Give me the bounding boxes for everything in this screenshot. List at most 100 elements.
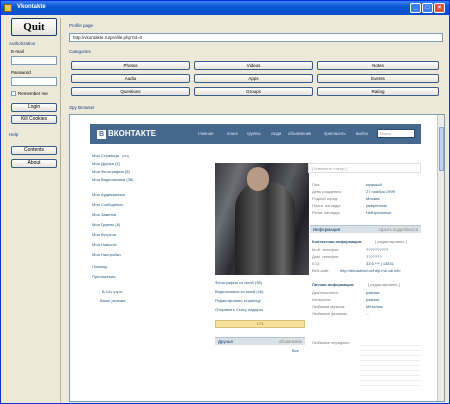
spy-browser-label: Spy Browser [69,105,95,110]
vk-extra-link[interactable]: В 12ч утра [102,289,122,294]
person-face [247,167,269,191]
contact-header: Контактная информация: [312,239,363,244]
info-value[interactable]: умеренные [366,203,387,208]
vk-nav-search[interactable]: поиск [227,131,238,136]
info-label: Пол: [312,182,321,187]
scrollbar-thumb[interactable] [439,127,444,171]
category-notes-button[interactable]: Notes [317,61,439,70]
category-questions-button[interactable]: Questions [71,87,190,96]
login-button[interactable]: Login [11,103,57,112]
info-label: Религ. взгляды: [312,210,341,215]
status-field[interactable]: [ Изменить статус ] [308,163,421,173]
category-photos-button[interactable]: Photos [71,61,190,70]
category-audio-button[interactable]: Audio [71,74,190,83]
app-icon [4,4,12,12]
vk-header: В ВКОНТАКТЕ главная поиск группы люди объ… [90,124,421,144]
vk-nav-logout[interactable]: выйти [356,131,368,136]
friends-all-link[interactable]: Все [292,348,299,353]
app-window: Vkontakte _ □ × Quit Authorization E-mai… [0,0,450,404]
profile-url-input[interactable]: http://vkontakte.ru/profile.php?id=0 [69,33,443,42]
category-apps-button[interactable]: Apps [194,74,313,83]
vk-menu-item[interactable]: Помощь [92,264,107,269]
personal-edit-link[interactable]: [ редактировать ] [368,282,400,287]
minimize-icon[interactable]: _ [410,3,421,13]
close-icon[interactable]: × [434,3,445,13]
info-value: 33 6 *** | 13831 [366,261,394,266]
vk-logo-mark: В [97,130,106,139]
info-value[interactable]: ... [366,311,369,316]
about-button[interactable]: About [11,159,57,168]
vk-menu-item[interactable]: Приложения [92,274,115,279]
vk-nav-home[interactable]: главная [198,131,213,136]
info-value[interactable]: http://dimadroid.ru/http://vk.ab.info [340,268,400,273]
photo-link[interactable]: Отправить Стасу подарок [215,307,263,312]
spy-browser[interactable]: В ВКОНТАКТЕ главная поиск группы люди объ… [69,114,445,402]
info-label: Любимые фильмы: [312,311,348,316]
vk-extra-link[interactable]: Ваше резюме [100,298,126,303]
vk-nav-people[interactable]: люди [271,131,281,136]
profile-photo[interactable] [215,163,309,275]
info-label: Любимая музыка: [312,304,346,309]
vk-menu-item[interactable]: Мои Настройки [92,252,121,257]
info-value: мужской [366,182,382,187]
vk-search-input[interactable]: Поиск [377,129,415,138]
contents-button[interactable]: Contents [11,146,57,155]
kill-cookies-button[interactable]: Kill Cookies [11,115,57,124]
vk-menu-item[interactable]: Мои Встречи [92,232,116,237]
vk-menu-item[interactable]: Моя Страница ред. [92,153,130,158]
category-events-button[interactable]: Events [317,74,439,83]
info-value: ?????????? [366,247,389,252]
friends-header-title: Друзья [218,339,233,344]
maximize-icon[interactable]: □ [422,3,433,13]
vk-menu-item[interactable]: Мои Друзья (4) [92,161,120,166]
info-value[interactable]: разные [366,297,380,302]
remember-checkbox[interactable] [11,91,16,96]
password-field[interactable] [11,77,57,86]
quit-button[interactable]: Quit [11,18,57,36]
info-label: ICQ: [312,261,321,266]
photo-link[interactable]: Редактировать страницу [215,298,261,303]
vk-nav-groups[interactable]: группы [247,131,260,136]
vk-menu-item[interactable]: Мои Аудиозаписи [92,192,125,197]
categories-label: Categories [69,49,91,54]
help-heading: Help [9,132,19,137]
info-label: Деятельность: [312,290,339,295]
info-header-title: Информация [313,227,341,232]
info-value[interactable]: Нейтральные [366,210,391,215]
category-rating-button[interactable]: Rating [317,87,439,96]
info-label: Веб-сайт: [312,268,330,273]
vk-menu-item[interactable]: Мои Группы (6) [92,222,120,227]
browser-scrollbar[interactable] [437,115,444,401]
favorites-text-block [360,345,420,390]
photo-link[interactable]: Видеозаписи со мной (18) [215,289,263,294]
window-title: Vkontakte [17,4,46,10]
person-silhouette [235,181,295,275]
category-groups-button[interactable]: Groups [194,87,313,96]
photo-link[interactable]: Фотографии со мной (38) [215,280,262,285]
category-videos-button[interactable]: Videos [194,61,313,70]
contact-edit-link[interactable]: [ редактировать ] [375,239,407,244]
title-bar: Vkontakte _ □ × [1,1,449,15]
vk-menu-item[interactable]: Мои Видеозаписи (38) [92,177,134,182]
info-label: Моб. телефон: [312,247,340,252]
email-field[interactable] [11,56,57,65]
vk-menu-item[interactable]: Мои Новости [92,242,116,247]
vk-menu-item[interactable]: Мои Заметки [92,212,116,217]
password-label: Password [11,70,31,75]
info-toggle-link[interactable]: скрыть подробности [378,227,418,232]
info-value[interactable]: Металлы [366,304,383,309]
info-value[interactable]: 27 ноября 1999 [366,189,395,194]
info-value[interactable]: Москва [366,196,380,201]
vk-nav-invite[interactable]: пригласить [324,131,346,136]
profile-page-label: Profile page [69,23,94,28]
email-label: E-mail [11,49,24,54]
info-value: ??????? [366,254,382,259]
vk-logo[interactable]: В ВКОНТАКТЕ [97,129,156,139]
vk-menu-item[interactable]: Мои Фотографии (8) [92,169,130,174]
vk-logo-text: ВКОНТАКТЕ [108,129,157,138]
info-value[interactable]: разные [366,290,380,295]
vk-menu-item[interactable]: Мои Сообщения [92,202,123,207]
vk-nav-ads[interactable]: объявления [288,131,311,136]
rating-bar: 173 [215,320,305,328]
info-label: Дом. телефон: [312,254,340,259]
